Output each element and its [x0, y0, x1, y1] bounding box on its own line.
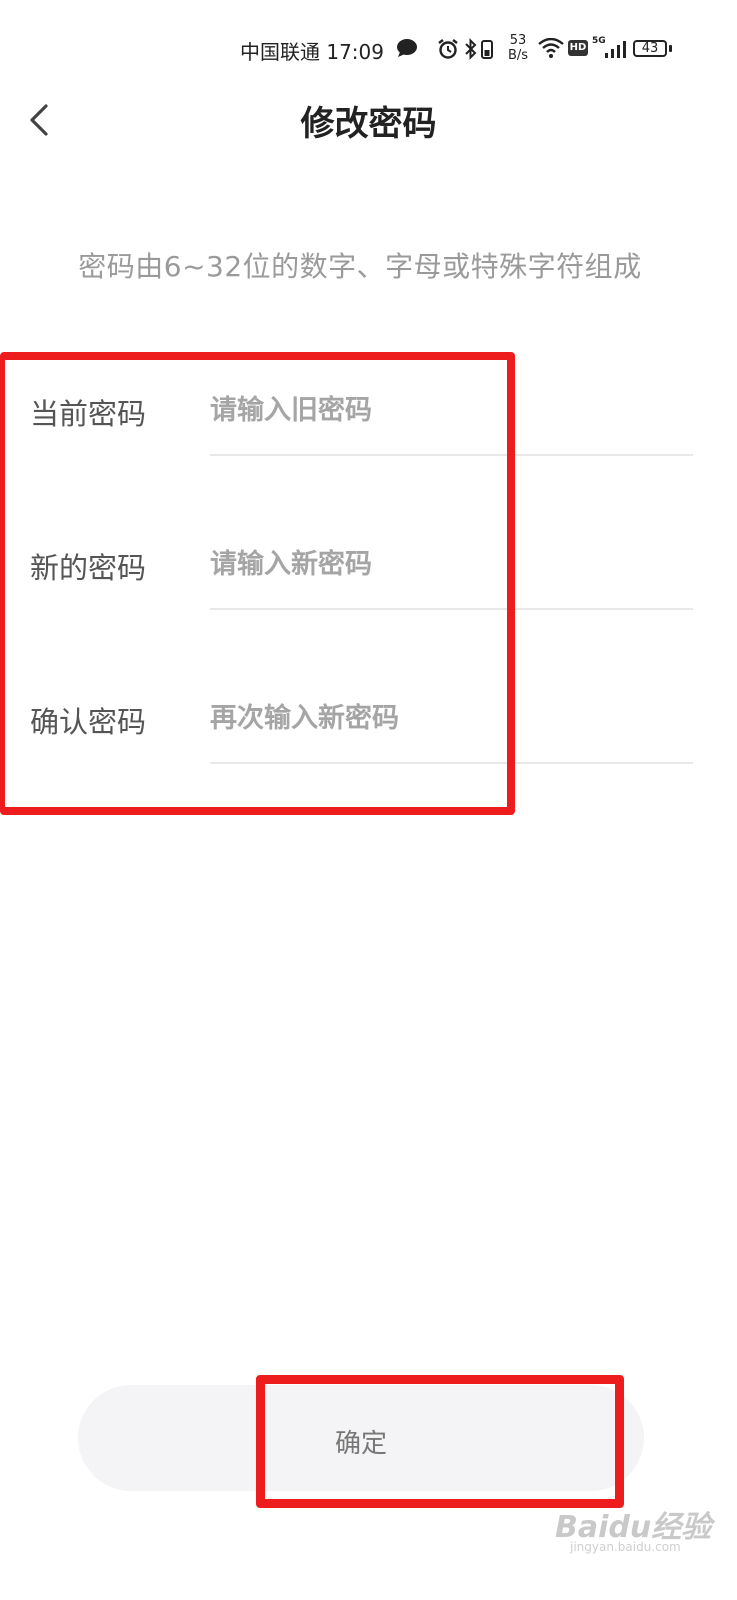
page-title: 修改密码: [300, 104, 437, 144]
net-speed-unit: B/s: [507, 48, 529, 63]
annotation-box-form: [0, 352, 515, 815]
signal-icon: [604, 40, 628, 62]
status-bar: 中国联通 17:09 53 B/s HD 5G 43: [0, 0, 737, 90]
carrier-time: 中国联通 17:09: [240, 40, 384, 64]
vibrate-battery-icon: [480, 38, 494, 64]
chevron-left-icon: [22, 104, 58, 146]
battery-icon: 43: [633, 40, 667, 57]
battery-tip: [669, 45, 672, 52]
alarm-icon: [437, 38, 459, 64]
bluetooth-icon: [464, 38, 478, 64]
annotation-box-confirm: [256, 1375, 624, 1508]
net-speed: 53 B/s: [505, 33, 531, 63]
baidu-watermark-url: jingyan.baidu.com: [570, 1540, 681, 1554]
back-button[interactable]: [22, 98, 58, 142]
net-speed-value: 53: [509, 33, 527, 48]
wifi-icon: [538, 37, 564, 62]
hd-badge: HD: [568, 40, 588, 56]
password-rule-hint: 密码由6~32位的数字、字母或特殊字符组成: [78, 250, 642, 283]
message-icon: [396, 38, 418, 62]
